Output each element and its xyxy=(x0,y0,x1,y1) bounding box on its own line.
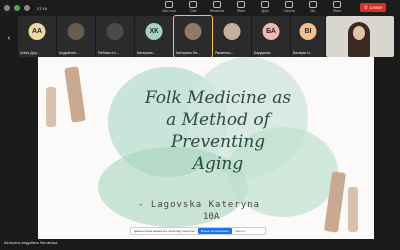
camera-icon xyxy=(285,1,293,8)
participant-name: Аліна Дор... xyxy=(20,51,40,55)
participant-tile[interactable]: ВІ Валерія Іс... xyxy=(291,16,325,57)
tool-camera[interactable]: Camera xyxy=(280,1,298,13)
participant-name: Андрійчен... xyxy=(59,51,80,55)
participant-name: Катерина... xyxy=(137,51,156,55)
avatar: БА xyxy=(262,23,280,40)
avatar: ВІ xyxy=(299,23,317,40)
leave-button[interactable]: ✆ Leave xyxy=(360,3,386,12)
slide-title: Folk Medicine as a Method of Preventing … xyxy=(144,88,292,174)
apps-icon xyxy=(261,1,269,8)
notice-dismiss-button[interactable]: Більше не показувати xyxy=(197,228,233,234)
participant-tile[interactable]: Яковенко... xyxy=(213,16,251,57)
avatar xyxy=(184,23,202,40)
bottom-bar xyxy=(0,239,400,250)
notice-close-link[interactable]: Закрити xyxy=(235,229,245,233)
tool-share-screen[interactable]: Share xyxy=(328,1,346,13)
mic-icon xyxy=(309,1,317,8)
participant-tile[interactable]: ХК Катерина... xyxy=(135,16,173,57)
participant-name: Бардаков... xyxy=(254,51,273,55)
slide-author: - Lagovska Kateryna xyxy=(138,200,260,210)
participant-tile[interactable]: Рябова Ал... xyxy=(96,16,134,57)
brush-stroke xyxy=(46,87,56,127)
avatar xyxy=(106,23,124,40)
avatar: АА xyxy=(28,23,46,40)
tool-chat[interactable]: Chat xyxy=(184,1,202,13)
avatar: ХК xyxy=(145,23,163,40)
tool-ask-lead[interactable]: Ask Lead xyxy=(160,1,178,13)
participant-tile[interactable]: Андрійчен... xyxy=(57,16,95,57)
participant-tile[interactable]: БА Бардаков... xyxy=(252,16,290,57)
meeting-timer: 27:16 xyxy=(37,5,48,11)
tool-mic[interactable]: Mic xyxy=(304,1,322,13)
reactions-icon xyxy=(213,1,221,8)
speaker-name-label: Катерина Андріївна Лаговська xyxy=(4,241,58,245)
shield-icon[interactable] xyxy=(14,5,20,11)
participant-tile-active-speaker[interactable]: Катерина Ла... xyxy=(173,15,213,58)
slide-class: 10A xyxy=(203,212,220,222)
window-controls: 27:16 xyxy=(4,5,47,11)
avatar xyxy=(223,23,241,40)
video-face xyxy=(353,26,365,40)
tool-share[interactable]: Share xyxy=(232,1,250,13)
info-icon[interactable] xyxy=(4,5,10,11)
meeting-toolbar: Ask Lead Chat Reactions Share Apps Camer… xyxy=(160,1,346,13)
self-view-video[interactable] xyxy=(326,16,394,57)
share-screen-icon xyxy=(333,1,341,8)
tool-reactions[interactable]: Reactions xyxy=(208,1,226,13)
prev-page-arrow-icon[interactable]: ‹ xyxy=(4,30,14,44)
leave-icon: ✆ xyxy=(363,4,368,10)
avatar xyxy=(67,23,85,40)
shared-screen-slide: Folk Medicine as a Method of Preventing … xyxy=(38,57,374,239)
brush-stroke xyxy=(348,187,358,232)
settings-icon[interactable] xyxy=(24,5,30,11)
participant-name: Катерина Ла... xyxy=(176,51,200,55)
share-icon xyxy=(237,1,245,8)
screen-share-notice: Демонстрація екрана для перегляду пристр… xyxy=(130,227,266,235)
top-bar: 27:16 Ask Lead Chat Reactions Share Apps… xyxy=(0,0,400,16)
chat-icon xyxy=(189,1,197,8)
participant-name: Яковенко... xyxy=(215,51,234,55)
dots-icon xyxy=(165,1,173,8)
participant-name: Валерія Іс... xyxy=(293,51,314,55)
brush-stroke xyxy=(64,66,86,123)
participant-tile[interactable]: АА Аліна Дор... xyxy=(18,16,56,57)
participant-name: Рябова Ал... xyxy=(98,51,119,55)
tool-apps[interactable]: Apps xyxy=(256,1,274,13)
